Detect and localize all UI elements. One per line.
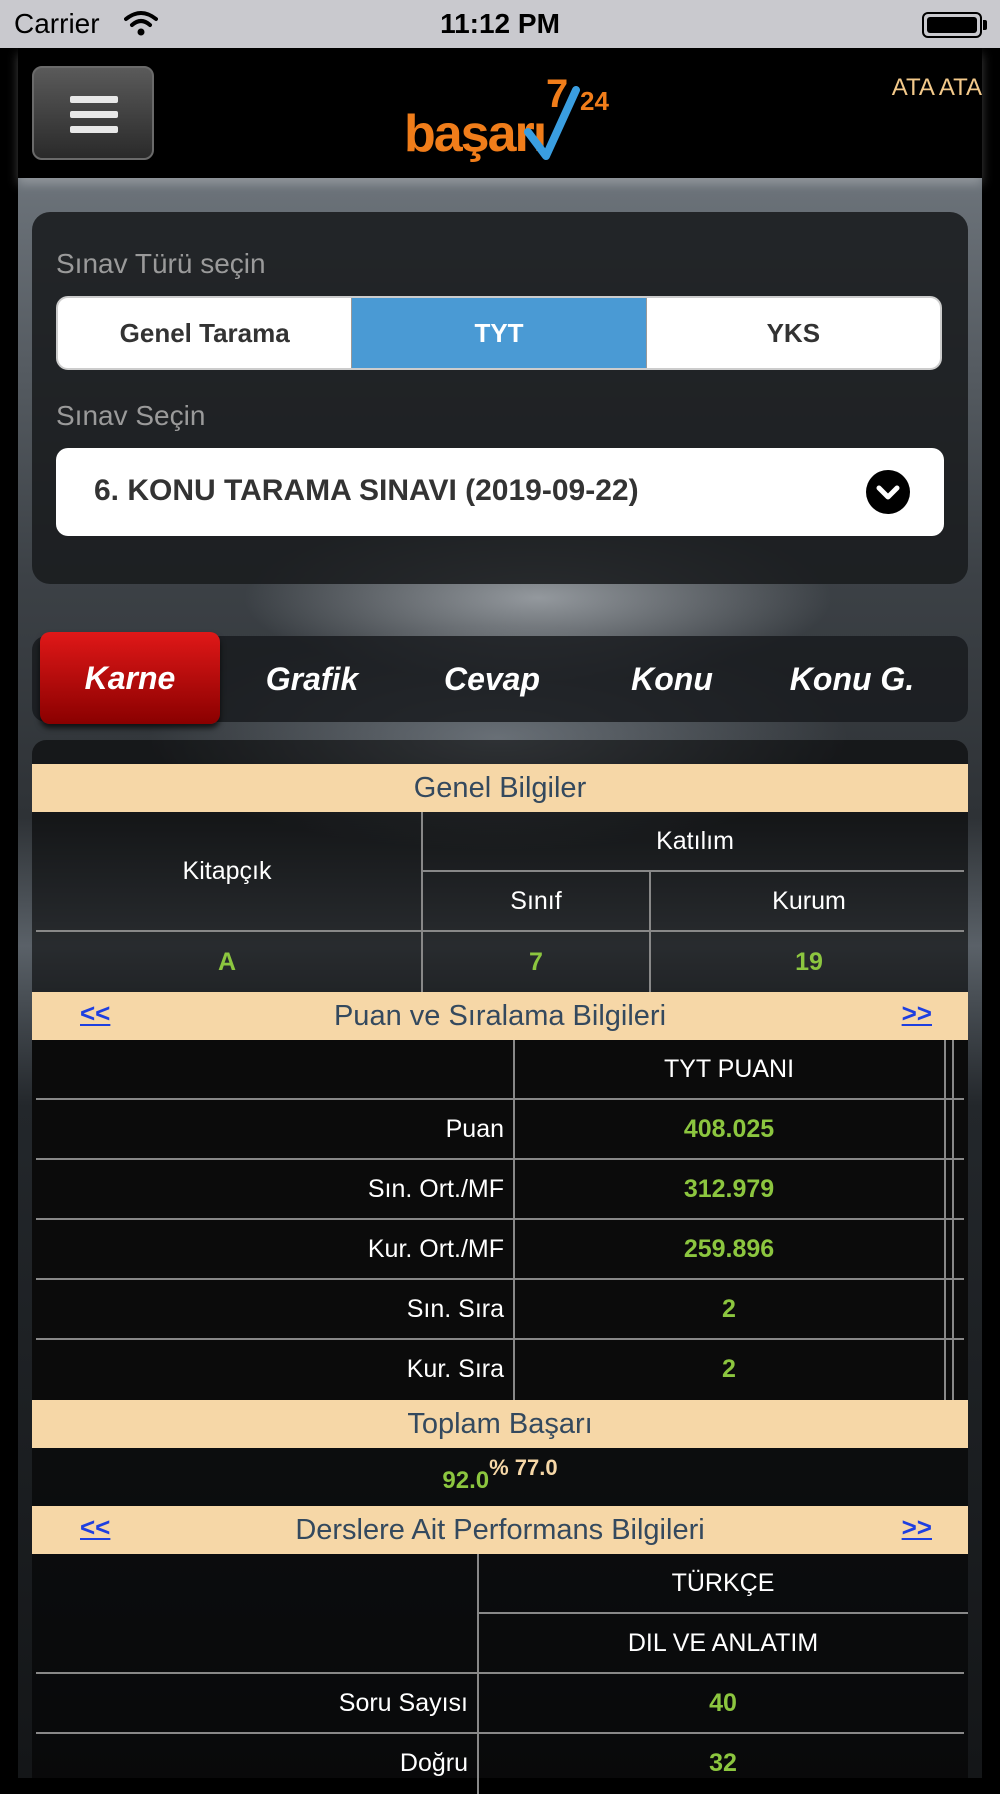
divider: [421, 812, 423, 992]
menu-bar-icon: [70, 96, 118, 103]
divider: [477, 1554, 479, 1794]
exam-select-label: Sınav Seçin: [56, 400, 206, 431]
divider: [944, 1040, 946, 1400]
dersler-row-label: Soru Sayısı: [338, 1688, 468, 1717]
tab-karne[interactable]: Karne: [40, 632, 220, 724]
puan-header: << Puan ve Sıralama Bilgileri >>: [32, 992, 968, 1040]
tab-konu-g[interactable]: Konu G.: [762, 636, 942, 722]
puan-row-label: Kur. Ort./MF: [367, 1234, 504, 1263]
chevron-down-icon: [866, 470, 910, 514]
katilim-label: Katılım: [656, 826, 734, 855]
tab-konu[interactable]: Konu: [582, 636, 762, 722]
toplam-basari-value-row: 92.0 % 77.0: [32, 1448, 968, 1500]
report-tabs: Karne Grafik Cevap Konu Konu G.: [32, 632, 968, 724]
segment-genel-tarama[interactable]: Genel Tarama: [58, 298, 353, 368]
sinif-label: Sınıf: [510, 886, 562, 915]
puan-row-value: 312.979: [683, 1174, 775, 1203]
sinif-value: 7: [529, 947, 543, 976]
puan-row-value: 408.025: [683, 1114, 775, 1143]
exam-select-value: 6. KONU TARAMA SINAVI (2019-09-22): [94, 474, 639, 507]
section-title: Puan ve Sıralama Bilgileri: [333, 999, 667, 1032]
exam-selection-panel: Sınav Türü seçin Genel Tarama TYT YKS Sı…: [32, 212, 968, 584]
section-title: Toplam Başarı: [407, 1407, 593, 1440]
kitapcik-value: A: [217, 947, 237, 976]
menu-bar-icon: [70, 126, 118, 133]
divider: [36, 930, 964, 932]
exam-select-dropdown[interactable]: 6. KONU TARAMA SINAVI (2019-09-22): [56, 448, 944, 536]
toplam-basari-value: 92.0: [442, 1467, 490, 1494]
kurum-value: 19: [795, 947, 823, 976]
genel-bilgiler-header: Genel Bilgiler: [32, 764, 968, 812]
dersler-header: << Derslere Ait Performans Bilgileri >>: [32, 1506, 968, 1554]
clock: 11:12 PM: [440, 8, 560, 39]
puan-row-label: Sın. Sıra: [406, 1294, 504, 1323]
battery-icon: [922, 12, 987, 38]
basari-logo: başarı 7 24: [404, 66, 614, 166]
dersler-next-link[interactable]: >>: [902, 1512, 932, 1543]
section-title: Genel Bilgiler: [413, 771, 587, 804]
puan-row-label: Puan: [445, 1114, 504, 1143]
app-header: başarı 7 24 ATA ATA: [18, 48, 982, 178]
exam-type-segmented-control: Genel Tarama TYT YKS: [56, 296, 942, 370]
puan-row-value: 259.896: [683, 1234, 775, 1263]
status-bar: Carrier 11:12 PM: [0, 0, 1000, 48]
exam-type-label: Sınav Türü seçin: [56, 248, 266, 279]
dersler-row-value: 32: [709, 1748, 737, 1777]
section-title: Derslere Ait Performans Bilgileri: [295, 1513, 705, 1546]
puan-row-label: Kur. Sıra: [406, 1354, 504, 1383]
hamburger-menu-button[interactable]: [32, 66, 154, 160]
segment-yks[interactable]: YKS: [647, 298, 940, 368]
subsubject-header: DIL VE ANLATIM: [627, 1628, 819, 1657]
divider: [513, 1040, 515, 1400]
puan-row-value: 2: [722, 1294, 736, 1323]
tab-grafik[interactable]: Grafik: [222, 636, 402, 722]
segment-tyt[interactable]: TYT: [352, 298, 647, 368]
puan-next-link[interactable]: >>: [902, 998, 932, 1029]
dersler-prev-link[interactable]: <<: [80, 1512, 110, 1543]
puan-row-value: 2: [722, 1354, 736, 1383]
logo-24: 24: [580, 86, 609, 116]
report-content: Genel Bilgiler Kitapçık Katılım Sınıf Ku…: [32, 740, 968, 1794]
kurum-label: Kurum: [772, 886, 846, 915]
puan-prev-link[interactable]: <<: [80, 998, 110, 1029]
divider: [952, 1040, 954, 1400]
tyt-puani-column: TYT PUANI: [663, 1054, 795, 1083]
puan-row-label: Sın. Ort./MF: [367, 1174, 504, 1203]
subject-header: TÜRKÇE: [671, 1568, 775, 1597]
dersler-row-label: Doğru: [399, 1748, 468, 1777]
divider: [649, 872, 651, 992]
menu-bar-icon: [70, 111, 118, 118]
divider: [422, 870, 964, 872]
toplam-basari-percent: % 77.0: [489, 1455, 558, 1480]
user-name[interactable]: ATA ATA: [892, 74, 982, 102]
logo-seven: 7: [546, 72, 569, 116]
toplam-basari-header: Toplam Başarı: [32, 1400, 968, 1448]
kitapcik-label: Kitapçık: [182, 856, 272, 885]
tab-cevap[interactable]: Cevap: [402, 636, 582, 722]
dersler-row-value: 40: [709, 1688, 737, 1717]
